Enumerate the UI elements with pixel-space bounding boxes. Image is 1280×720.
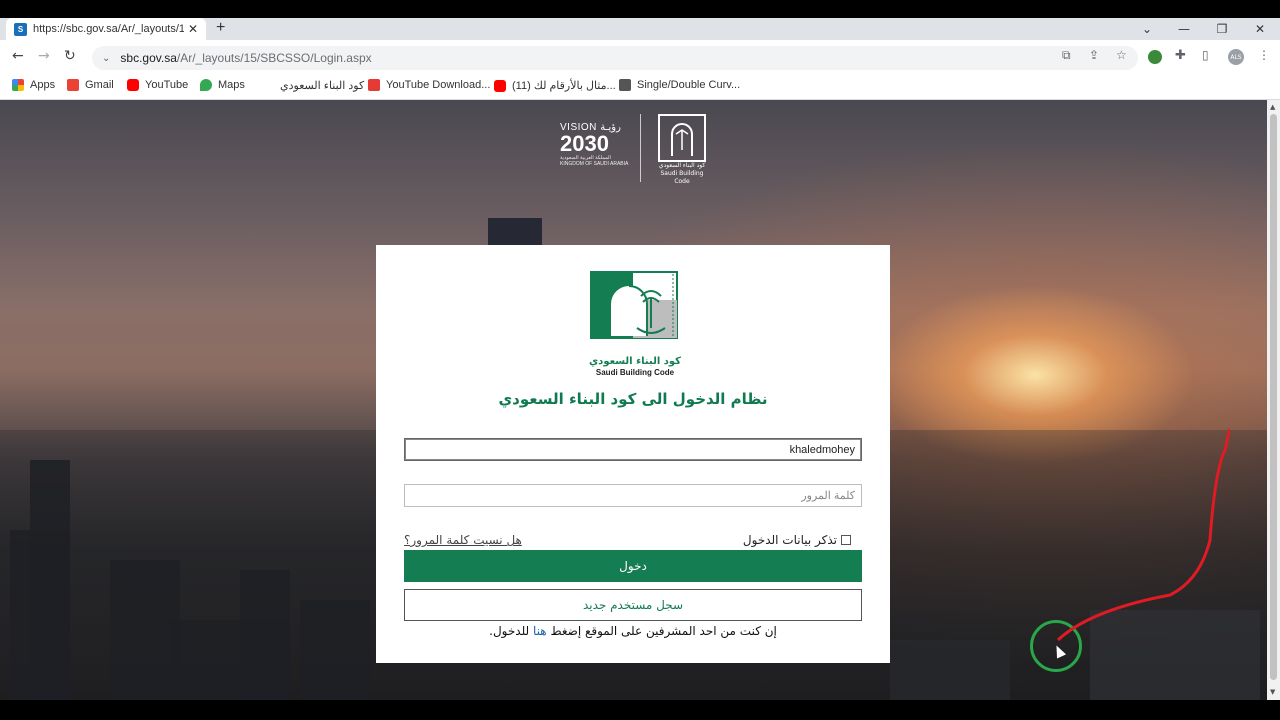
admin-note-text: إن كنت من احد المشرفين على الموقع إضغط [546, 624, 777, 638]
side-panel-icon[interactable]: ▯ [1202, 48, 1209, 62]
sbc-logo-en: Saudi Building Code [595, 368, 675, 377]
vision-subtitle: المملكة العربية السعودية KINGDOM OF SAUD… [560, 155, 629, 167]
scrollbar-thumb[interactable] [1270, 114, 1277, 680]
apps-grid-icon [12, 79, 24, 91]
browser-tab[interactable]: S https://sbc.gov.sa/Ar/_layouts/15/ ✕ [6, 18, 206, 40]
share-icon[interactable]: ⇪ [1089, 48, 1099, 62]
login-button[interactable]: دخول [404, 550, 862, 582]
profile-avatar[interactable]: ALS [1228, 49, 1244, 65]
remember-me-checkbox[interactable] [841, 535, 851, 545]
scroll-up-icon[interactable]: ▲ [1270, 103, 1275, 111]
remember-me-label: تذكر بيانات الدخول [742, 533, 837, 547]
sbc-header-logo-en: Saudi Building Code [660, 170, 704, 185]
forward-arrow-icon[interactable]: → [38, 48, 50, 64]
username-input[interactable] [404, 438, 862, 461]
header-logos: VISION رؤيـة 2030 المملكة العربية السعود… [556, 112, 716, 185]
admin-login-note: إن كنت من احد المشرفين على الموقع إضغط ه… [376, 624, 890, 638]
sharepoint-favicon-icon: S [14, 22, 27, 36]
bookmarks-bar: Apps Gmail YouTube Maps كود البناء السعو… [0, 74, 1280, 100]
back-arrow-icon[interactable]: ← [12, 48, 24, 64]
video-icon [619, 79, 631, 91]
admin-login-link[interactable]: هنا [533, 624, 547, 638]
maps-icon [200, 79, 212, 91]
bookmark-label: Apps [30, 79, 56, 91]
bookmark-label: Gmail [85, 79, 114, 91]
tab-search-icon[interactable]: ⌄ [1128, 18, 1166, 40]
register-button[interactable]: سجل مستخدم جديد [404, 589, 862, 621]
sbc-header-logo: كود البناء السعودي Saudi Building Code [656, 114, 708, 185]
bookmark-apps[interactable]: Apps [12, 79, 55, 91]
extensions-puzzle-icon[interactable]: ✚ [1175, 48, 1186, 63]
extension-globe-icon[interactable] [1148, 50, 1162, 64]
tab-title: https://sbc.gov.sa/Ar/_layouts/15/ [33, 23, 184, 35]
translate-icon[interactable]: ⧉ [1062, 48, 1071, 63]
bookmark-youtube-download[interactable]: YouTube Download... [368, 79, 490, 91]
youtube-icon [127, 79, 139, 91]
bookmark-label: Single/Double Curv... [637, 79, 741, 91]
remember-me[interactable]: تذكر بيانات الدخول [743, 533, 851, 547]
forgot-password-link[interactable]: هل نسيت كلمة المرور؟ [404, 533, 522, 547]
address-bar[interactable]: ⌄ sbc.gov.sa/Ar/_layouts/15/SBCSSO/Login… [92, 46, 1138, 70]
bookmark-star-icon[interactable]: ☆ [1116, 48, 1127, 62]
youtube-icon [494, 79, 506, 92]
bookmark-youtube-video[interactable]: (11) مثال بالأرقام لك... [494, 79, 616, 92]
login-heading: نظام الدخول الى كود البناء السعودي [498, 390, 768, 408]
admin-note-suffix: للدخول. [489, 624, 534, 638]
reload-icon[interactable]: ↻ [64, 48, 76, 64]
bookmark-label: YouTube Download... [386, 79, 491, 91]
scroll-down-icon[interactable]: ▼ [1270, 688, 1275, 696]
download-icon [368, 79, 380, 91]
sbc-icon [262, 79, 274, 92]
minimize-button[interactable]: — [1165, 18, 1203, 40]
page-scrollbar[interactable]: ▲ ▼ [1267, 100, 1280, 700]
url-host: sbc.gov.sa [120, 51, 177, 65]
menu-kebab-icon[interactable]: ⋮ [1258, 48, 1270, 62]
vision-year: 2030 [560, 131, 609, 156]
browser-window: S https://sbc.gov.sa/Ar/_layouts/15/ ✕ +… [0, 0, 1280, 720]
tab-strip: S https://sbc.gov.sa/Ar/_layouts/15/ ✕ +… [0, 18, 1280, 40]
bookmark-label: كود البناء السعودي [280, 80, 365, 92]
new-tab-button[interactable]: + [216, 19, 225, 37]
logo-divider [640, 114, 641, 182]
tab-close-icon[interactable]: ✕ [188, 22, 198, 36]
sbc-logo-mark-icon [590, 271, 678, 339]
bookmark-sbc[interactable]: كود البناء السعودي [262, 79, 364, 92]
sbc-logo: كود البناء السعودي Saudi Building Code [589, 270, 681, 380]
vision-2030-logo: VISION رؤيـة 2030 المملكة العربية السعود… [560, 122, 632, 167]
maximize-button[interactable]: ❐ [1203, 18, 1241, 40]
top-band [0, 0, 1280, 18]
bookmark-youtube[interactable]: YouTube [127, 79, 188, 91]
bookmark-single-double-curve[interactable]: Single/Double Curv... [619, 79, 740, 91]
bookmark-label: (11) مثال بالأرقام لك... [512, 80, 616, 92]
bookmark-label: YouTube [145, 79, 189, 91]
password-input[interactable] [404, 484, 862, 507]
bookmark-gmail[interactable]: Gmail [67, 79, 114, 91]
cursor-trail [1056, 428, 1231, 642]
gmail-icon [67, 79, 79, 91]
site-info-icon[interactable]: ⌄ [102, 53, 110, 64]
bookmark-maps[interactable]: Maps [200, 79, 245, 91]
sbc-arch-icon [658, 114, 706, 162]
bottom-band [0, 700, 1280, 720]
close-window-button[interactable]: ✕ [1241, 18, 1279, 40]
bookmark-label: Maps [218, 79, 245, 91]
browser-toolbar: ← → ↻ ⌄ sbc.gov.sa/Ar/_layouts/15/SBCSSO… [0, 40, 1280, 74]
sbc-logo-ar: كود البناء السعودي [589, 356, 681, 367]
url-path: /Ar/_layouts/15/SBCSSO/Login.aspx [176, 51, 372, 65]
